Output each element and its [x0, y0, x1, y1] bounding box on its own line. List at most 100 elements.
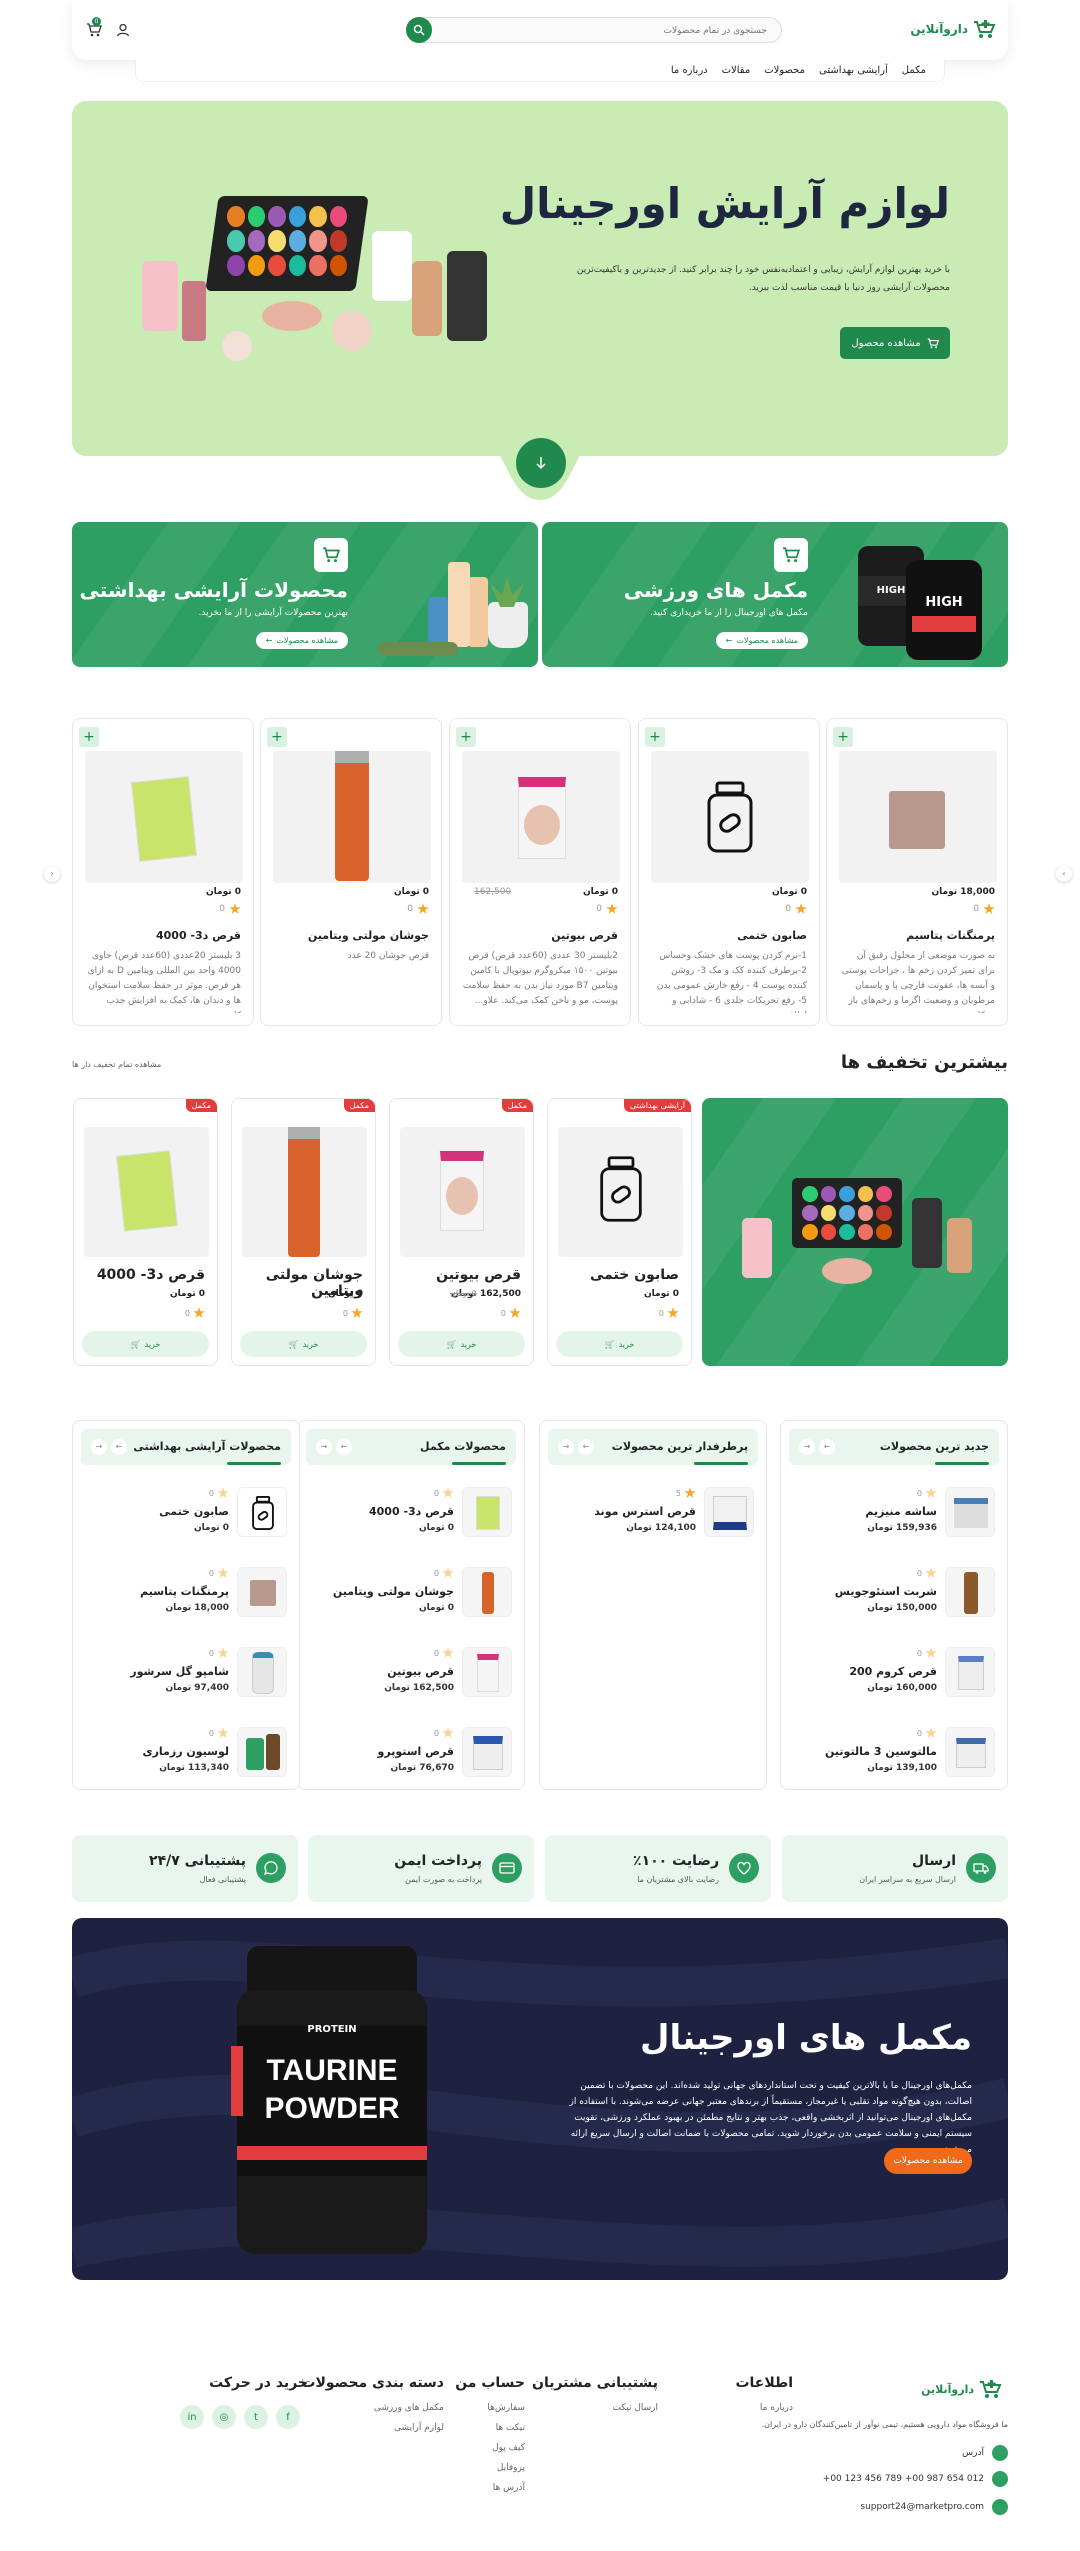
list-item[interactable]: 0 قرص بیوتین 162,500 تومان	[310, 1647, 512, 1717]
cart-icon[interactable]: 0	[86, 17, 102, 41]
list-item[interactable]: 0 صابون ختمی 0 تومان	[85, 1487, 287, 1557]
list-item[interactable]: 0 قرص استوپرو 76,670 تومان	[310, 1727, 512, 1797]
nav-item-products[interactable]: محصولات	[764, 65, 805, 76]
discount-product-card[interactable]: آرایشی بهداشتی صابون ختمی 0 تومان 0 خرید…	[547, 1098, 692, 1366]
add-to-cart-button[interactable]: +	[645, 727, 665, 747]
discount-product-card[interactable]: مکمل قرص بیوتین 162,500 تومان 0 تومان 0 …	[389, 1098, 534, 1366]
list-item[interactable]: 0 قرص د3- 4000 0 تومان	[310, 1487, 512, 1557]
product-thumbnail	[945, 1727, 995, 1777]
product-price: 18,000 تومان	[931, 887, 995, 897]
category-banner-supplements[interactable]: مکمل های ورزشی مکمل های اورجینال را از م…	[542, 522, 1008, 667]
add-to-cart-button[interactable]: +	[79, 727, 99, 747]
star-icon	[217, 1647, 229, 1658]
list-item[interactable]: 0 قرص کروم 200 160,000 تومان	[793, 1647, 995, 1717]
add-to-cart-button[interactable]: +	[456, 727, 476, 747]
product-description: 3 بلیستر 20عددی (60عدد قرص) حاوی 4000 وا…	[87, 951, 241, 1013]
product-rating: 0	[501, 1307, 521, 1319]
footer-phone[interactable]: 012 654 987 00+ 789 456 123 00+	[823, 2471, 1008, 2487]
product-name: ساشه منیزیم	[865, 1505, 937, 1518]
jar-placeholder-icon	[252, 1496, 274, 1530]
user-icon[interactable]	[116, 22, 130, 41]
nav-item-articles[interactable]: مقالات	[722, 65, 751, 76]
list-item[interactable]: 0 جوشان مولتی ویتامین 0 تومان	[310, 1567, 512, 1637]
promo-view-products-button[interactable]: مشاهده محصولات	[884, 2148, 972, 2174]
footer-link[interactable]: ارسال تیکت	[532, 2403, 658, 2413]
product-old-price: 162,500	[474, 887, 512, 897]
carousel-next-button[interactable]: ›	[1056, 866, 1072, 882]
discount-product-card[interactable]: مکمل قرص د3- 4000 0 تومان 0 خرید 🛒	[73, 1098, 218, 1366]
list-item[interactable]: 0 شامپو گل سرشور 97,400 تومان	[85, 1647, 287, 1717]
category-banner-cosmetics[interactable]: محصولات آرایشی بهداشتی بهترین محصولات آر…	[72, 522, 538, 667]
view-all-discounts-link[interactable]: مشاهده تمام تخفیف دار ها	[72, 1060, 161, 1069]
footer-link[interactable]: تیکت ها	[455, 2423, 525, 2433]
hero-view-product-button[interactable]: مشاهده محصول	[840, 327, 950, 359]
column-prev-button[interactable]: →	[316, 1439, 332, 1455]
product-card[interactable]: + 0 تومان 0 جوشان مولتی ویتامین قرص جوشا…	[260, 718, 442, 1026]
product-card[interactable]: + 0 تومان 162,500 0 قرص بیوتین 2بلیستر 3…	[449, 718, 631, 1026]
footer-link[interactable]: سفارش‌ها	[455, 2403, 525, 2413]
product-card[interactable]: + 0 تومان 0 صابون ختمی 1-نرم کردن پوست ه…	[638, 718, 820, 1026]
footer-link[interactable]: مکمل های ورزشی	[301, 2403, 444, 2413]
category-view-button[interactable]: مشاهده محصولات ←	[255, 632, 348, 649]
product-card[interactable]: + 0 تومان 0 قرص د3- 4000 3 بلیستر 20عددی…	[72, 718, 254, 1026]
column-prev-button[interactable]: →	[799, 1439, 815, 1455]
arrow-down-icon	[536, 457, 546, 470]
product-thumbnail	[945, 1487, 995, 1537]
buy-button[interactable]: خرید 🛒	[82, 1331, 209, 1357]
star-icon	[217, 1487, 229, 1498]
column-next-button[interactable]: ←	[819, 1439, 835, 1455]
footer-link[interactable]: آدرس ها	[455, 2483, 525, 2493]
footer-link[interactable]: پروفایل	[455, 2463, 525, 2473]
list-item[interactable]: 0 ساشه منیزیم 159,936 تومان	[793, 1487, 995, 1557]
product-price: 76,670 تومان	[390, 1763, 454, 1773]
product-name: قرص استوپرو	[377, 1745, 454, 1758]
list-item[interactable]: 0 مالتوسین 3 مالتوتین 139,100 تومان	[793, 1727, 995, 1797]
column-next-button[interactable]: ←	[578, 1439, 594, 1455]
protein-jars-image: HIGH HIGH	[858, 536, 988, 661]
star-icon	[684, 1487, 696, 1498]
footer-email[interactable]: support24@marketpro.com	[860, 2499, 1008, 2515]
category-button-label: مشاهده محصولات	[736, 636, 798, 645]
column-prev-button[interactable]: →	[91, 1439, 107, 1455]
footer-link[interactable]: درباره ما	[735, 2403, 793, 2413]
main-nav: مکمل آرایشی بهداشتی محصولات مقالات دربار…	[135, 60, 945, 82]
footer-link[interactable]: کیف پول	[455, 2443, 525, 2453]
list-item[interactable]: 0 پرمنگنات پتاسیم 18,000 تومان	[85, 1567, 287, 1637]
twitter-icon[interactable]: t	[244, 2405, 268, 2429]
facebook-icon[interactable]: f	[276, 2405, 300, 2429]
buy-button[interactable]: خرید 🛒	[556, 1331, 683, 1357]
category-view-button[interactable]: مشاهده محصولات ←	[715, 632, 808, 649]
logo[interactable]: داروآنلاین	[910, 18, 996, 40]
product-card[interactable]: + 18,000 تومان 0 پرمنگنات پتاسیم به صورت…	[826, 718, 1008, 1026]
column-prev-button[interactable]: →	[558, 1439, 574, 1455]
column-next-button[interactable]: ←	[111, 1439, 127, 1455]
list-item[interactable]: 0 شربت استئوجویس 150,000 تومان	[793, 1567, 995, 1637]
taurine-powder-jar-image: PROTEIN TAURINE POWDER	[231, 1946, 427, 2256]
nav-item-about[interactable]: درباره ما	[671, 65, 708, 76]
discount-product-card[interactable]: مکمل جوشان مولتی ویتامین 0 تومان 0 خرید 🛒	[231, 1098, 376, 1366]
product-thumbnail	[237, 1567, 287, 1617]
add-to-cart-button[interactable]: +	[833, 727, 853, 747]
nav-item-cosmetics[interactable]: آرایشی بهداشتی	[819, 65, 888, 76]
buy-button[interactable]: خرید 🛒	[240, 1331, 367, 1357]
truck-icon	[966, 1853, 996, 1883]
list-item[interactable]: 5 قرص استرس موند 124,100 تومان	[552, 1487, 754, 1557]
list-item[interactable]: 0 لوسیون رزماری 113,340 تومان	[85, 1727, 287, 1797]
carousel-prev-button[interactable]: ‹	[44, 866, 60, 882]
star-icon	[925, 1487, 937, 1498]
nav-item-supplements[interactable]: مکمل	[902, 65, 926, 76]
product-thumbnail	[945, 1567, 995, 1617]
column-next-button[interactable]: ←	[336, 1439, 352, 1455]
add-to-cart-button[interactable]: +	[267, 727, 287, 747]
feature-satisfaction: رضایت ۱۰۰٪ رضایت بالای مشتریان ما	[545, 1835, 771, 1902]
linkedin-icon[interactable]: in	[180, 2405, 204, 2429]
buy-button[interactable]: خرید 🛒	[398, 1331, 525, 1357]
search-input[interactable]	[451, 19, 781, 43]
search-button[interactable]	[406, 17, 432, 43]
scroll-down-button[interactable]	[516, 438, 566, 488]
column-header: محصولات آرایشی بهداشتی → ←	[81, 1429, 291, 1465]
instagram-icon[interactable]: ◎	[212, 2405, 236, 2429]
footer-logo[interactable]: داروآنلاین	[921, 2378, 1002, 2400]
feature-shipping: ارسال ارسال سریع به سراسر ایران	[782, 1835, 1008, 1902]
footer-link[interactable]: لوازم آرایشی	[301, 2423, 444, 2433]
